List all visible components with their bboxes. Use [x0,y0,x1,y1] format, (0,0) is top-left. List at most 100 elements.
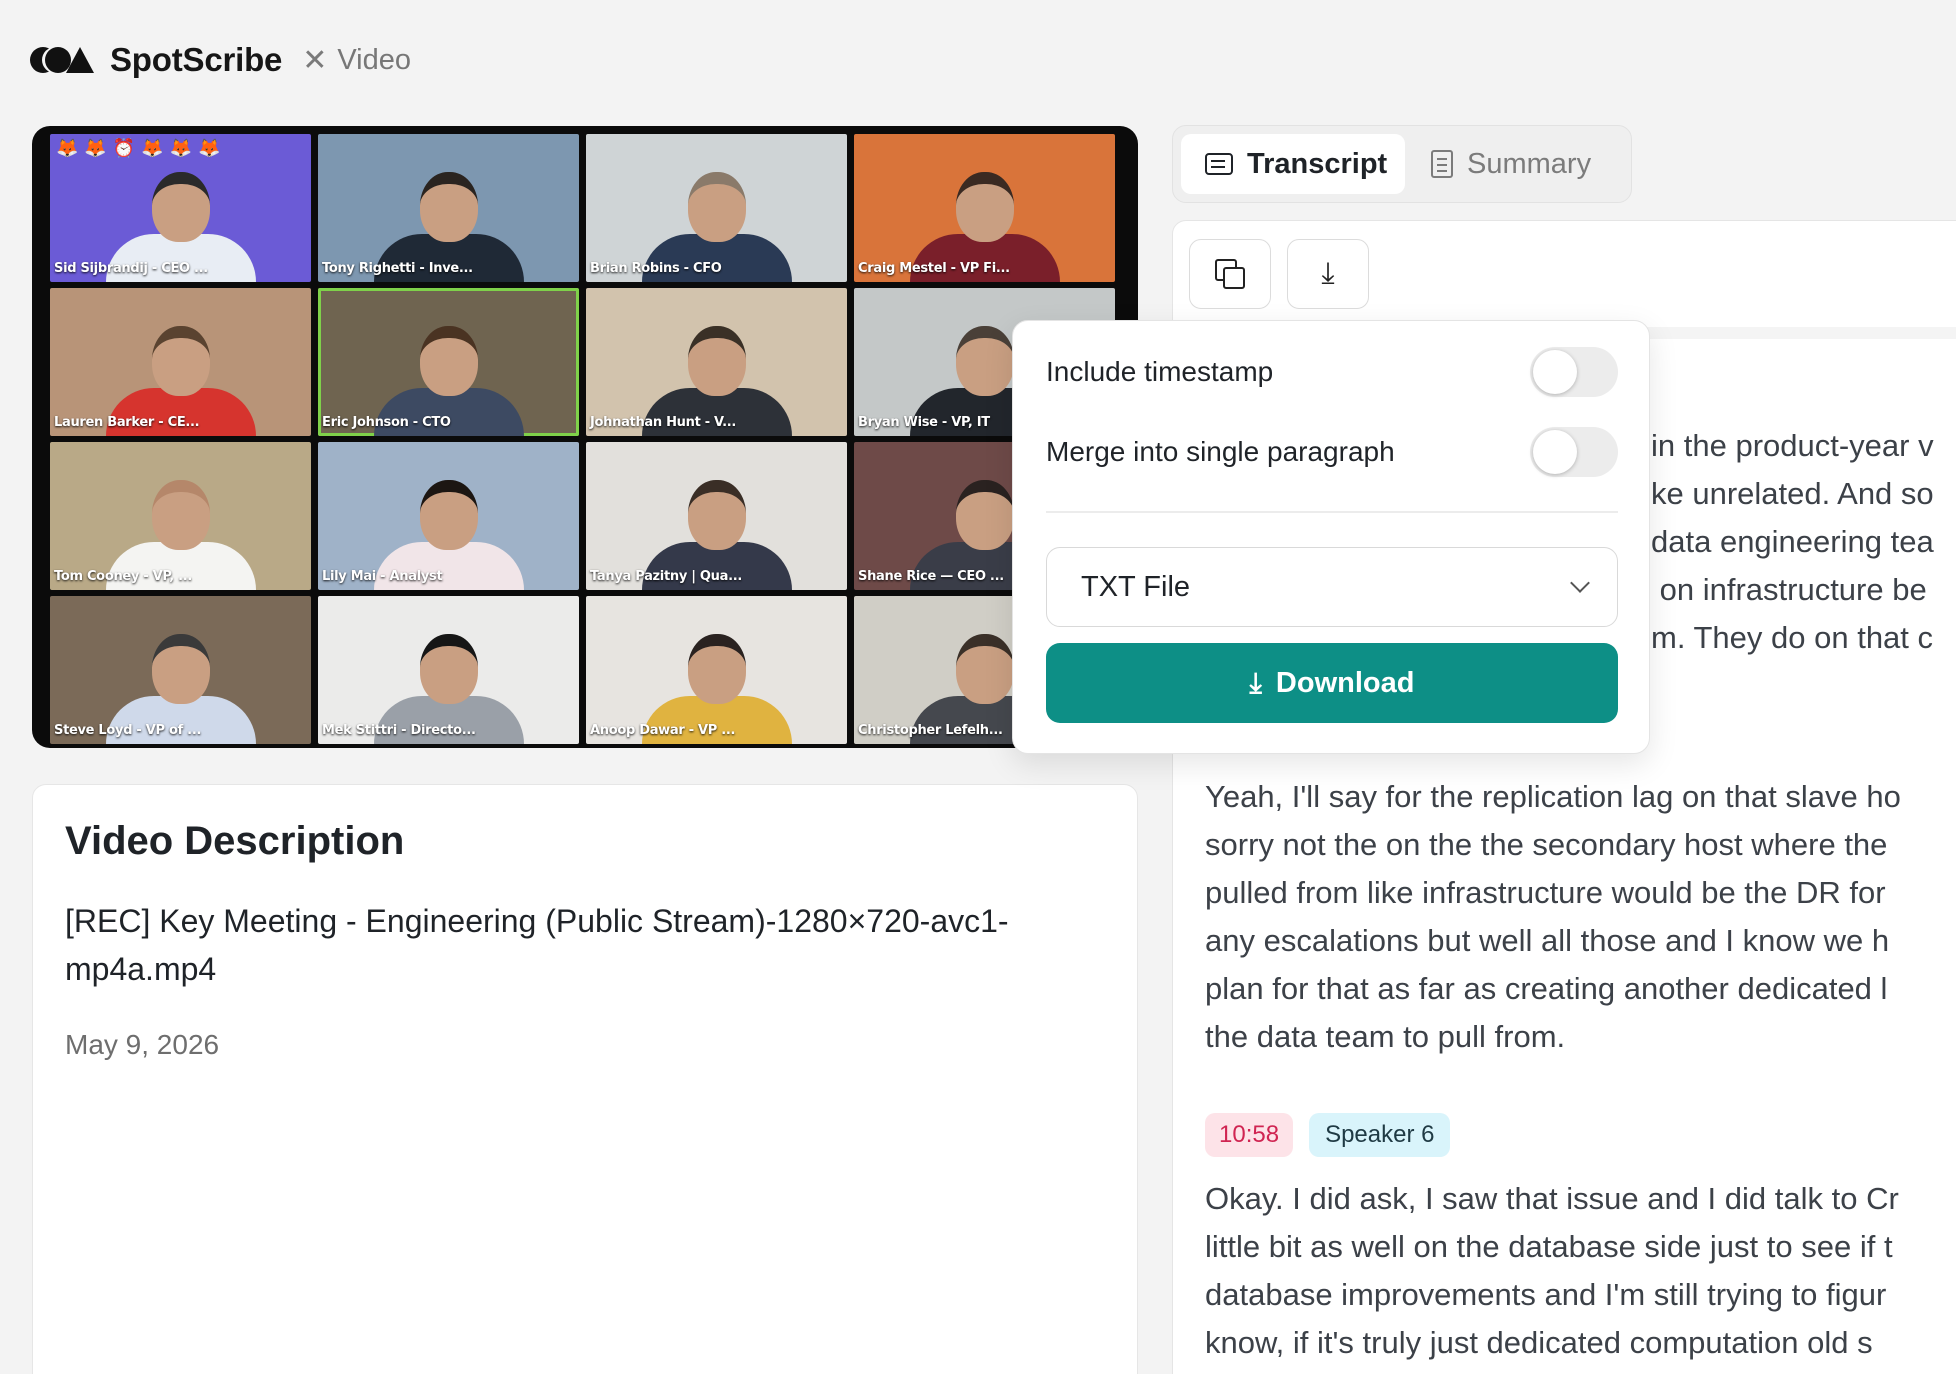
segment-text-partial: in the product-year v ke unrelated. And … [1651,428,1934,655]
segment-text: Okay. I did ask, I saw that issue and I … [1205,1175,1899,1367]
participant-name: Steve Loyd - VP of ... [54,723,202,738]
transcript-toolbar: ⤓ [1189,239,1369,309]
participant-head [151,634,210,705]
transcript-segment: 10:58 Speaker 6 Okay. I did ask, I saw t… [1205,1113,1899,1367]
participant-name: Anoop Dawar - VP ... [590,723,736,738]
participant-tile[interactable]: Tanya Pazitny | Qua... [586,442,847,590]
participant-tile[interactable]: Lauren Barker - CE... [50,288,311,436]
include-timestamp-row[interactable]: Include timestamp [1046,347,1618,397]
participant-tile[interactable]: Eric Johnson - CTO [318,288,579,436]
participant-head [687,172,746,243]
participant-head [955,326,1014,397]
chevron-down-icon [1570,573,1590,593]
participant-name: Lily Mai - Analyst [322,569,443,584]
merge-paragraph-toggle[interactable] [1530,427,1618,477]
copy-button[interactable] [1189,239,1271,309]
transcript-line: know, if it's truly just dedicated compu… [1205,1325,1873,1360]
format-select-value: TXT File [1081,570,1191,603]
transcript-line: any escalations but well all those and I… [1205,923,1890,958]
participant-name: Craig Mestel - VP Fi... [858,261,1010,276]
participant-head [151,326,210,397]
participant-tile[interactable]: Craig Mestel - VP Fi... [854,134,1115,282]
video-filename: [REC] Key Meeting - Engineering (Public … [65,903,1009,987]
segment-badges: 10:58 Speaker 6 [1205,1113,1899,1157]
tab-transcript-label: Transcript [1247,147,1388,180]
participant-name: Tanya Pazitny | Qua... [590,569,743,584]
participant-tile[interactable]: Brian Robins - CFO [586,134,847,282]
participant-head [687,326,746,397]
transcript-line: the data team to pull from. [1205,1019,1566,1054]
description-heading: Video Description [65,819,405,863]
view-tabs: Transcript Summary [1172,125,1632,203]
reaction-icon: 🦊 [198,138,221,158]
app-title: SpotScribe [110,41,283,78]
transcript-line: Okay. I did ask, I saw that issue and I … [1205,1181,1899,1216]
participant-head [151,172,210,243]
app-logo [30,45,94,75]
tab-transcript[interactable]: Transcript [1181,134,1405,194]
video-date: May 9, 2026 [65,1029,220,1060]
participant-head [687,480,746,551]
download-button-label: Download [1275,666,1415,699]
participant-tile[interactable]: Anoop Dawar - VP ... [586,596,847,744]
participant-tile[interactable]: Lily Mai - Analyst [318,442,579,590]
participant-head [955,172,1014,243]
participant-name: Shane Rice — CEO ... [858,569,1004,584]
participant-tile[interactable]: Tom Cooney - VP, ... [50,442,311,590]
participant-name: Tony Righetti - Inve... [322,261,473,276]
participant-head [955,634,1014,705]
transcript-icon [1205,153,1233,175]
transcript-line: pulled from like infrastructure would be… [1205,875,1886,910]
participant-name: Sid Sijbrandij - CEO ... [54,261,208,276]
merge-paragraph-label: Merge into single paragraph [1046,436,1395,467]
participant-name: Johnathan Hunt - V... [590,415,737,430]
download-button[interactable]: ⤓ Download [1046,643,1618,723]
participant-head [419,634,478,705]
transcript-segment: Yeah, I'll say for the replication lag o… [1205,773,1901,1061]
participant-head [955,480,1014,551]
participant-head [419,326,478,397]
participant-name: Christopher Lefelh... [858,723,1003,738]
participant-name: Bryan Wise - VP, IT [858,415,990,430]
speaker-badge[interactable]: Speaker 6 [1309,1113,1451,1157]
close-icon[interactable]: ✕ [302,43,327,78]
export-button[interactable]: ⤓ [1287,239,1369,309]
reaction-icon: ⏰ [112,138,136,158]
tab-summary-label: Summary [1467,147,1592,180]
format-select[interactable]: TXT File [1046,547,1618,627]
app-header: SpotScribe ✕ Video [30,38,411,82]
merge-paragraph-row[interactable]: Merge into single paragraph [1046,427,1618,477]
copy-icon [1215,259,1245,289]
breadcrumb: Video [337,43,411,76]
video-player[interactable]: 🦊 🦊 ⏰ 🦊 🦊 🦊 Sid Sijbrandij - CEO ... Tony Righe… [32,126,1138,748]
transcript-line: plan for that as far as creating another… [1205,971,1888,1006]
participant-name: Mek Stittri - Directo... [322,723,476,738]
include-timestamp-label: Include timestamp [1046,356,1274,387]
emoji-reactions: 🦊 🦊 ⏰ 🦊 🦊 🦊 [56,138,221,159]
participant-tile[interactable]: Mek Stittri - Directo... [318,596,579,744]
reaction-icon: 🦊 [169,138,193,158]
segment-text: Yeah, I'll say for the replication lag o… [1205,773,1901,1061]
transcript-line: database improvements and I'm still tryi… [1205,1277,1887,1312]
summary-icon [1431,150,1453,178]
reaction-icon: 🦊 [84,138,107,158]
timestamp-badge[interactable]: 10:58 [1205,1113,1294,1157]
transcript-line: Yeah, I'll say for the replication lag o… [1205,779,1901,814]
participant-name: Tom Cooney - VP, ... [54,569,193,584]
participant-name: Eric Johnson - CTO [322,415,451,430]
transcript-line: sorry not the on the the secondary host … [1205,827,1888,862]
export-options-popover: Include timestamp Merge into single para… [1012,320,1650,754]
participant-tile[interactable]: 🦊 🦊 ⏰ 🦊 🦊 🦊 Sid Sijbrandij - CEO ... [50,134,311,282]
participant-tile[interactable]: Johnathan Hunt - V... [586,288,847,436]
tab-summary[interactable]: Summary [1419,134,1619,194]
video-description-card: Video Description [REC] Key Meeting - En… [32,784,1138,1374]
reaction-icon: 🦊 [56,138,79,158]
participant-head [687,634,746,705]
participant-head [151,480,210,551]
include-timestamp-toggle[interactable] [1530,347,1618,397]
download-icon: ⤓ [1321,257,1335,290]
participant-tile[interactable]: Tony Righetti - Inve... [318,134,579,282]
participant-grid: 🦊 🦊 ⏰ 🦊 🦊 🦊 Sid Sijbrandij - CEO ... Tony Righe… [50,134,1115,744]
participant-tile[interactable]: Steve Loyd - VP of ... [50,596,311,744]
popover-divider [1046,511,1618,513]
